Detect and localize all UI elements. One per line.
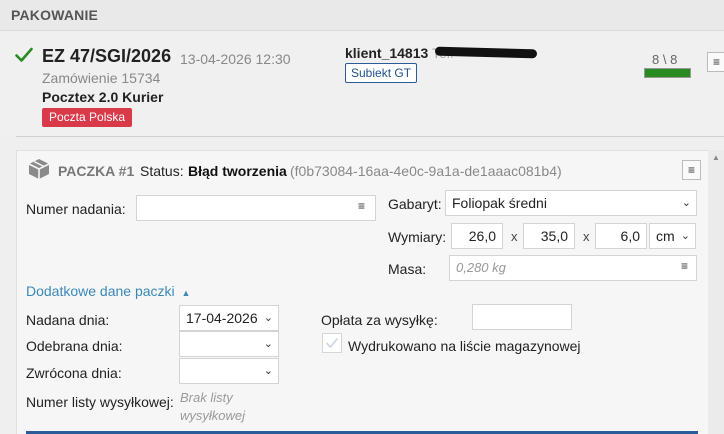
nadana-dnia-select[interactable]: 17-04-2026 ⌄	[179, 305, 279, 331]
gabaryt-label: Gabaryt:	[388, 196, 442, 212]
hamburger-menu-icon[interactable]: ≡	[681, 259, 688, 273]
status-value: Błąd tworzenia	[188, 163, 287, 179]
dimension-width-input[interactable]: 35,0	[523, 223, 575, 249]
numer-listy-label: Numer listy wysyłkowej:	[26, 394, 174, 410]
dimension-unit-select[interactable]: cm ⌄	[649, 223, 696, 249]
odebrana-dnia-select[interactable]: ⌄	[179, 331, 279, 357]
source-badge: Subiekt GT	[345, 63, 418, 83]
carrier-name: Pocztex 2.0 Kurier	[42, 89, 164, 105]
chevron-down-icon: ⌄	[680, 230, 690, 242]
header-bar	[0, 0, 724, 31]
oplata-label: Opłata za wysyłkę:	[321, 312, 438, 328]
order-menu-button[interactable]: ≡	[707, 52, 724, 72]
status-label: Status:	[140, 163, 184, 179]
numer-nadania-input[interactable]	[136, 195, 376, 221]
progress-bar	[644, 68, 691, 78]
numer-listy-value: Brak listy wysyłkowej	[180, 390, 246, 423]
status-uuid: (f0b73084-16aa-4e0c-9a1a-de1aaac081b4)	[290, 163, 562, 179]
hamburger-menu-icon: ≡	[712, 55, 720, 69]
dimension-separator: x	[511, 229, 518, 244]
caret-up-icon: ▲	[181, 288, 191, 298]
masa-label: Masa:	[388, 261, 427, 277]
scroll-up-icon[interactable]: ▲	[710, 153, 722, 163]
wydrukowano-label: Wydrukowano na liście magazynowej	[348, 338, 581, 354]
oplata-input[interactable]	[472, 304, 572, 330]
dimension-length-input[interactable]: 26,0	[451, 223, 503, 249]
check-icon	[15, 47, 33, 62]
carrier-badge: Poczta Polska	[42, 108, 133, 127]
page-title: PAKOWANIE	[11, 7, 99, 23]
package-title: PACZKA #1	[58, 163, 135, 179]
zwrocona-dnia-select[interactable]: ⌄	[179, 358, 279, 384]
progress-count: 8 \ 8	[652, 52, 678, 67]
order-datetime: 13-04-2026 12:30	[180, 51, 291, 67]
masa-input[interactable]: 0,280 kg	[449, 255, 697, 281]
wymiary-label: Wymiary:	[388, 229, 447, 245]
gabaryt-value: Foliopak średni	[452, 195, 547, 211]
client-name: klient_14813	[345, 45, 429, 61]
package-menu-button[interactable]: ≡	[682, 160, 701, 180]
chevron-down-icon: ⌄	[263, 338, 273, 350]
dimension-height-input[interactable]: 6,0	[595, 223, 647, 249]
chevron-down-icon: ⌄	[263, 365, 273, 377]
check-icon	[326, 338, 338, 348]
hamburger-menu-icon: ≡	[687, 163, 695, 177]
order-subtitle: Zamówienie 15734	[42, 70, 161, 86]
package-icon	[28, 159, 50, 179]
nadana-dnia-label: Nadana dnia:	[26, 312, 110, 328]
chevron-down-icon: ⌄	[681, 197, 691, 209]
wydrukowano-checkbox[interactable]	[322, 333, 342, 353]
extra-data-link-text: Dodatkowe dane paczki	[26, 283, 175, 299]
order-number: EZ 47/SGI/2026	[42, 46, 172, 66]
nadana-dnia-value: 17-04-2026	[186, 310, 258, 326]
dimension-unit-value: cm	[656, 228, 675, 244]
numer-nadania-label: Numer nadania:	[26, 201, 126, 217]
scrollbar[interactable]	[708, 150, 724, 434]
divider	[16, 136, 724, 137]
extra-data-toggle[interactable]: Dodatkowe dane paczki ▲	[26, 283, 190, 299]
dimension-separator: x	[583, 229, 590, 244]
zwrocona-dnia-label: Zwrócona dnia:	[26, 365, 122, 381]
odebrana-dnia-label: Odebrana dnia:	[26, 338, 123, 354]
hamburger-menu-icon[interactable]: ≡	[358, 199, 365, 213]
progress-fill	[645, 69, 690, 77]
gabaryt-select[interactable]: Foliopak średni ⌄	[445, 190, 697, 216]
chevron-down-icon: ⌄	[263, 312, 273, 324]
